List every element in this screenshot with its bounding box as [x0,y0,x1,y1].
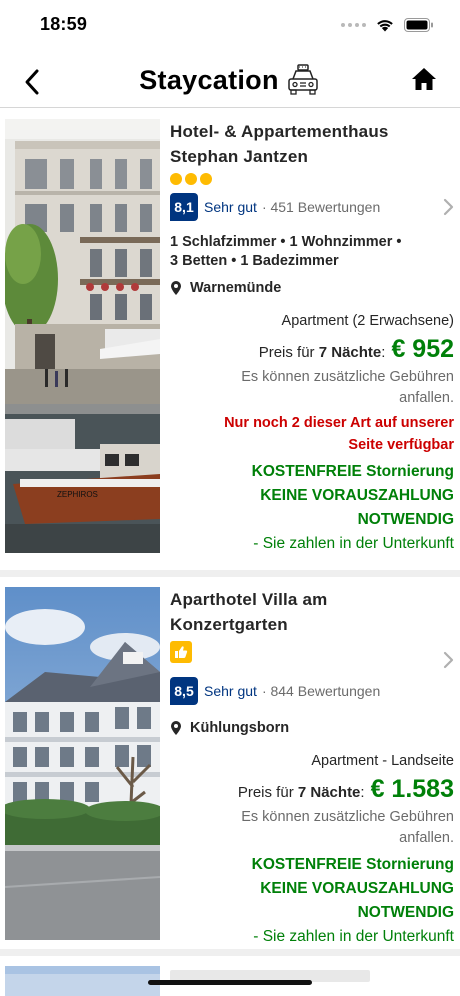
price: € 1.583 [370,775,454,803]
hotel-photo: ZEPHIROS [5,119,160,553]
home-icon [412,68,436,90]
nights-count: 7 Nächte [318,344,382,361]
nav-title-group: Staycation [0,62,460,98]
extra-fees-note: Es können zusätzliche Gebühren anfallen. [170,807,454,849]
hotel-name[interactable]: Aparthotel Villa am Konzertgarten [170,587,454,637]
status-bar: 18:59 [0,0,460,50]
map-pin-icon [171,721,181,735]
boat-name-label: ZEPHIROS [57,490,98,499]
nights-count: 7 Nächte [297,784,361,801]
card-divider [0,570,460,577]
price-line: Preis für 7 Nächte: € 952 [170,335,454,364]
result-card[interactable]: ZEPHIROS Hotel- & Appartementhaus Stepha… [0,109,460,571]
review-count: · 451 Bewertungen [261,199,381,215]
price-prefix: Preis für 7 Nächte: [237,784,365,801]
room-configuration-line: 3 Betten • 1 Badezimmer [170,253,339,269]
pay-at-property: - Sie zahlen in der Unterkunft [253,928,454,945]
availability-warning-line: Seite verfügbar [348,437,454,453]
map-pin-icon [171,281,181,295]
cellular-signal-icon [341,22,366,27]
review-summary: 8,5 Sehr gut · 844 Bewertungen [170,677,454,705]
star-rating [170,173,454,185]
thumbs-up-badge [170,641,192,663]
room-configuration: 1 Schlafzimmer • 1 Wohnzimmer • 3 Betten… [170,233,454,271]
review-score-badge: 8,5 [170,677,198,705]
extra-fees-line: Es können zusätzliche Gebühren [241,369,454,385]
thumbs-up-icon [175,646,188,658]
free-cancellation-line: NOTWENDIG [357,904,454,921]
hotel-name-line: Aparthotel Villa am [170,590,328,609]
battery-icon [404,17,433,32]
price-line: Preis für 7 Nächte: € 1.583 [170,775,454,804]
status-icons [341,17,434,32]
extra-fees-line: anfallen. [399,390,454,406]
pay-at-property: - Sie zahlen in der Unterkunft [253,535,454,552]
taxi-icon [288,64,318,95]
wifi-icon [377,20,393,32]
room-configuration-line: 1 Schlafzimmer • 1 Wohnzimmer • [170,234,402,250]
extra-fees-note: Es können zusätzliche Gebühren anfallen. [170,367,454,409]
hotel-info: Hotel- & Appartementhaus Stephan Jantzen… [170,119,454,556]
review-score-badge: 8,1 [170,193,198,221]
hotel-photo [5,587,160,940]
page-title: Staycation [139,64,279,95]
extra-fees-line: Es können zusätzliche Gebühren [241,809,454,825]
hotel-info: Aparthotel Villa am Konzertgarten 8,5 Se… [170,587,454,949]
availability-warning: Nur noch 2 dieser Art auf unserer Seite … [170,412,454,456]
free-cancellation-line: NOTWENDIG [357,511,454,528]
review-summary: 8,1 Sehr gut · 451 Bewertungen [170,193,454,221]
location: Warnemünde [170,277,454,299]
status-time: 18:59 [40,14,88,34]
chevron-right-icon[interactable] [442,651,454,669]
star-icon [185,173,197,185]
review-score-word: Sehr gut [204,199,257,215]
price-block: Apartment (2 Erwachsene) Preis für 7 Näc… [170,311,454,556]
price-prefix: Preis für 7 Nächte: [258,344,386,361]
home-indicator[interactable] [148,980,312,985]
home-button[interactable] [410,66,440,96]
review-count: · 844 Bewertungen [261,683,381,699]
room-type: Apartment - Landseite [311,753,454,769]
room-type: Apartment (2 Erwachsene) [281,313,454,329]
free-cancellation-line: KEINE VORAUSZAHLUNG [260,880,454,897]
review-score-word: Sehr gut [204,683,257,699]
star-icon [170,173,182,185]
hotel-name[interactable]: Hotel- & Appartementhaus Stephan Jantzen [170,119,454,169]
location: Kühlungsborn [170,717,454,739]
availability-warning-line: Nur noch 2 dieser Art auf unserer [224,415,454,431]
free-cancellation: KOSTENFREIE Stornierung KEINE VORAUSZAHL… [170,853,454,925]
location-name: Warnemünde [190,280,282,296]
hotel-name-line: Stephan Jantzen [170,147,309,166]
result-card[interactable]: Aparthotel Villa am Konzertgarten 8,5 Se… [0,577,460,949]
star-icon [200,173,212,185]
navigation-bar: Staycation [0,52,460,108]
extra-fees-line: anfallen. [399,830,454,846]
price-prefix-text: Preis für [258,344,315,361]
price-block: Apartment - Landseite Preis für 7 Nächte… [170,751,454,949]
location-name: Kühlungsborn [190,720,290,736]
price-prefix-text: Preis für [237,784,294,801]
free-cancellation: KOSTENFREIE Stornierung KEINE VORAUSZAHL… [170,460,454,532]
free-cancellation-line: KOSTENFREIE Stornierung [251,463,454,480]
free-cancellation-line: KOSTENFREIE Stornierung [251,856,454,873]
free-cancellation-line: KEINE VORAUSZAHLUNG [260,487,454,504]
hotel-photo [5,966,160,996]
chevron-right-icon[interactable] [442,198,454,216]
hotel-name-line: Hotel- & Appartementhaus [170,122,389,141]
card-divider [0,949,460,956]
result-card[interactable] [0,956,460,996]
price: € 952 [391,335,454,363]
hotel-name-line: Konzertgarten [170,615,288,634]
